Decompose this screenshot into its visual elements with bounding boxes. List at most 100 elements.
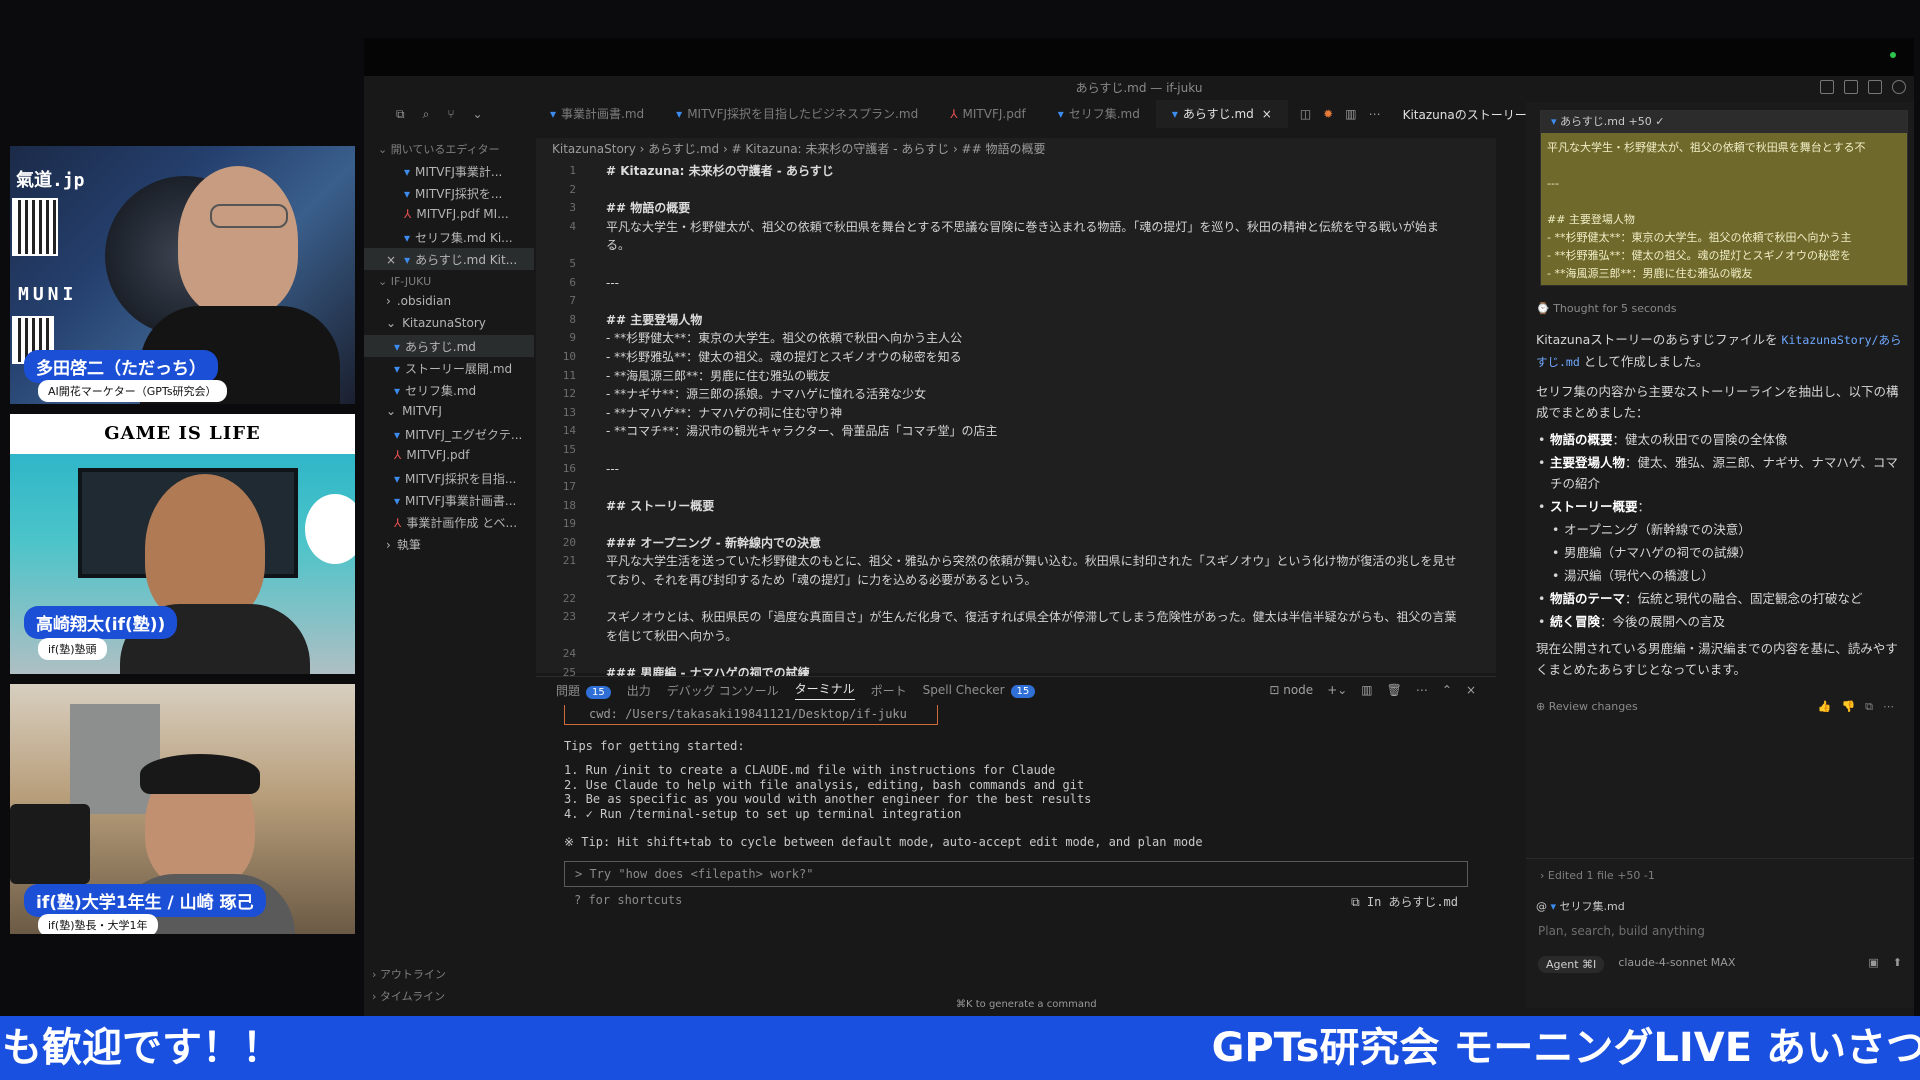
tab-debug-console[interactable]: デバッグ コンソール — [667, 682, 779, 699]
explorer-icon[interactable]: ⧉ — [396, 107, 405, 122]
settings-gear-icon[interactable] — [1892, 80, 1906, 94]
breadcrumb[interactable]: KitazunaStory › あらすじ.md › # Kitazuna: 未来… — [536, 138, 1496, 160]
code-line[interactable]: 8 ## 主要登場人物 — [536, 311, 1496, 330]
code-line[interactable]: 24 — [536, 645, 1496, 664]
close-icon[interactable]: × — [386, 253, 396, 267]
open-editor-item[interactable]: ⅄ MITVFJ.pdf MI... — [364, 204, 534, 226]
code-editor[interactable]: KitazunaStory › あらすじ.md › # Kitazuna: 未来… — [536, 138, 1496, 680]
code-line[interactable]: 21 平凡な大学生活を送っていた杉野健太のもとに、祖父・雅弘から突然の依頼が舞い込… — [536, 552, 1496, 571]
tree-folder[interactable]: › 執筆 — [364, 533, 534, 555]
code-line[interactable]: 18 ## ストーリー概要 — [536, 497, 1496, 516]
file-preview-card[interactable]: ▾ あらすじ.md +50 ✓ 平凡な大学生・杉野健太が、祖父の依頼で秋田県を舞… — [1540, 110, 1908, 286]
open-editor-item[interactable]: ▾ MITVFJ事業計... — [364, 160, 534, 182]
tree-folder[interactable]: ⌄ KitazunaStory — [364, 313, 534, 335]
code-line[interactable]: を信じて秋田へ向かう。 — [536, 627, 1496, 646]
tab-output[interactable]: 出力 — [627, 682, 651, 699]
markdown-file-icon: ▾ — [1171, 107, 1178, 121]
section-label: タイムライン — [379, 990, 446, 1003]
open-editor-item-active[interactable]: × ▾ あらすじ.md Kit... — [364, 248, 534, 270]
tree-file[interactable]: ▾ MITVFJ_エグゼクテ... — [364, 423, 534, 445]
claude-prompt-input[interactable]: > Try "how does <filepath> work?" — [564, 861, 1468, 887]
tree-file[interactable]: ▾ セリフ集.md — [364, 379, 534, 401]
image-attach-icon[interactable]: ▣ — [1868, 956, 1878, 973]
code-line[interactable]: 4 平凡な大学生・杉野健太が、祖父の依頼で秋田県を舞台とする不思議な冒険に巻き込ま… — [536, 218, 1496, 237]
tree-file[interactable]: ⅄ MITVFJ.pdf — [364, 445, 534, 467]
more-icon[interactable]: ⋯ — [1416, 683, 1428, 697]
code-line[interactable]: 2 — [536, 181, 1496, 200]
feedback-icons[interactable]: 👍👎⧉⋯ — [1818, 700, 1904, 714]
code-line[interactable]: 23 スギノオウとは、秋田県民の「過度な真面目さ」が生んだ化身で、復活すれば県全体… — [536, 608, 1496, 627]
composer-input[interactable]: Plan, search, build anything — [1538, 924, 1902, 938]
split-editor-icon[interactable]: ▥ — [1345, 107, 1356, 121]
code-line[interactable]: る。 — [536, 236, 1496, 255]
code-line[interactable]: 22 — [536, 590, 1496, 609]
code-line[interactable]: ており、それを再び封印するため「魂の提灯」に力を込める必要があるという。 — [536, 571, 1496, 590]
review-changes-button[interactable]: ⊕ Review changes — [1536, 700, 1638, 714]
new-terminal-icon[interactable]: +⌄ — [1327, 683, 1347, 697]
code-line[interactable]: 6 --- — [536, 274, 1496, 293]
outline-section[interactable]: › アウトライン — [372, 964, 446, 986]
code-line[interactable]: 20 ### オープニング - 新幹線内での決意 — [536, 534, 1496, 553]
code-line[interactable]: 15 — [536, 441, 1496, 460]
terminal-shell-selector[interactable]: ⊡ node — [1269, 683, 1313, 697]
trash-icon[interactable]: 🗑 — [1387, 683, 1402, 697]
code-line[interactable]: 1 # Kitazuna: 未来杉の守護者 - あらすじ — [536, 162, 1496, 181]
workspace-header[interactable]: ⌄ IF-JUKU — [364, 272, 534, 291]
code-line[interactable]: 19 — [536, 515, 1496, 534]
tab-mitvfj-pdf[interactable]: ⅄ MITVFJ.pdf — [934, 100, 1042, 128]
tab-ports[interactable]: ポート — [871, 682, 907, 699]
tree-file-selected[interactable]: ▾ あらすじ.md — [364, 335, 534, 357]
code-line[interactable]: 3 ## 物語の概要 — [536, 199, 1496, 218]
close-panel-icon[interactable]: × — [1466, 683, 1476, 697]
tree-folder[interactable]: ⌄ MITVFJ — [364, 401, 534, 423]
tree-file[interactable]: ▾ MITVFJ採択を目指... — [364, 467, 534, 489]
code-line[interactable]: 9 - **杉野健太**：東京の大学生。祖父の依頼で秋田へ向かう主人公 — [536, 329, 1496, 348]
code-line[interactable]: 17 — [536, 478, 1496, 497]
timeline-section[interactable]: › タイムライン — [372, 986, 446, 1008]
code-line[interactable]: 5 — [536, 255, 1496, 274]
split-terminal-icon[interactable]: ▥ — [1361, 683, 1372, 697]
line-text: - **杉野雅弘**：健太の祖父。魂の提灯とスギノオウの秘密を知る — [606, 349, 962, 364]
toggle-sidebar-icon[interactable] — [1820, 80, 1834, 94]
preview-icon[interactable]: ◫ — [1300, 107, 1311, 121]
tab-problems[interactable]: 問題 15 — [556, 682, 611, 699]
tab-business-plan[interactable]: ▾ 事業計画書.md — [534, 100, 660, 128]
ai-sparkle-icon[interactable]: ✹ — [1323, 107, 1333, 121]
chevron-down-icon[interactable]: ⌄ — [473, 107, 483, 122]
code-line[interactable]: 7 — [536, 292, 1496, 311]
toggle-secondary-sidebar-icon[interactable] — [1868, 80, 1882, 94]
maximize-icon[interactable]: ⌃ — [1442, 683, 1452, 697]
toggle-panel-icon[interactable] — [1844, 80, 1858, 94]
terminal[interactable]: cwd: /Users/takasaki19841121/Desktop/if-… — [536, 705, 1496, 910]
context-chip[interactable]: @ ▾ セリフ集.md — [1536, 898, 1904, 914]
code-line[interactable]: 11 - **海風源三郎**：男鹿に住む雅弘の戦友 — [536, 367, 1496, 386]
code-line[interactable]: 12 - **ナギサ**：源三郎の孫娘。ナマハゲに憧れる活発な少女 — [536, 385, 1496, 404]
tree-file[interactable]: ▾ ストーリー展開.md — [364, 357, 534, 379]
model-selector[interactable]: claude-4-sonnet MAX — [1618, 956, 1735, 973]
open-editor-item[interactable]: ▾ MITVFJ採択を... — [364, 182, 534, 204]
open-editors-header[interactable]: ⌄ 開いているエディター — [364, 138, 534, 160]
code-line[interactable]: 10 - **杉野雅弘**：健太の祖父。魂の提灯とスギノオウの秘密を知る — [536, 348, 1496, 367]
tab-terminal[interactable]: ターミナル — [794, 680, 855, 700]
tab-spell-checker[interactable]: Spell Checker 15 — [923, 683, 1036, 698]
search-icon[interactable]: ⌕ — [423, 107, 430, 122]
tree-folder[interactable]: › .obsidian — [364, 291, 534, 313]
prompt-hints: ? for shortcuts ⧉ In あらすじ.md — [564, 893, 1468, 910]
send-icon[interactable]: ⬆ — [1893, 956, 1902, 973]
open-editor-item[interactable]: ▾ セリフ集.md Ki... — [364, 226, 534, 248]
tab-arasuji[interactable]: ▾ あらすじ.md × — [1155, 100, 1288, 128]
source-control-icon[interactable]: ⑂ — [447, 107, 454, 122]
tree-file[interactable]: ▾ MITVFJ事業計画書... — [364, 489, 534, 511]
tab-serifu[interactable]: ▾ セリフ集.md — [1042, 100, 1156, 128]
agent-mode-selector[interactable]: Agent ⌘I — [1538, 956, 1605, 973]
code-line[interactable]: 13 - **ナマハゲ**：ナマハゲの祠に住む守り神 — [536, 404, 1496, 423]
more-actions-icon[interactable]: ⋯ — [1369, 107, 1381, 121]
close-tab-icon[interactable]: × — [1262, 107, 1272, 121]
tab-mitvfj-plan[interactable]: ▾ MITVFJ採択を目指したビジネスプラン.md — [660, 100, 934, 128]
thought-indicator[interactable]: ⌚ Thought for 5 seconds — [1536, 302, 1914, 315]
code-line[interactable]: 16 --- — [536, 460, 1496, 479]
code-line[interactable]: 14 - **コマチ**：湯沢市の観光キャラクター、骨董品店「コマチ堂」の店主 — [536, 422, 1496, 441]
tree-file[interactable]: ⅄ 事業計画作成 とべ... — [364, 511, 534, 533]
editor-text-area[interactable]: 1 # Kitazuna: 未来杉の守護者 - あらすじ 2 3 ## 物語の概要 4 平凡… — [536, 162, 1496, 683]
edited-files-summary[interactable]: › Edited 1 file +50 -1 — [1526, 859, 1914, 892]
